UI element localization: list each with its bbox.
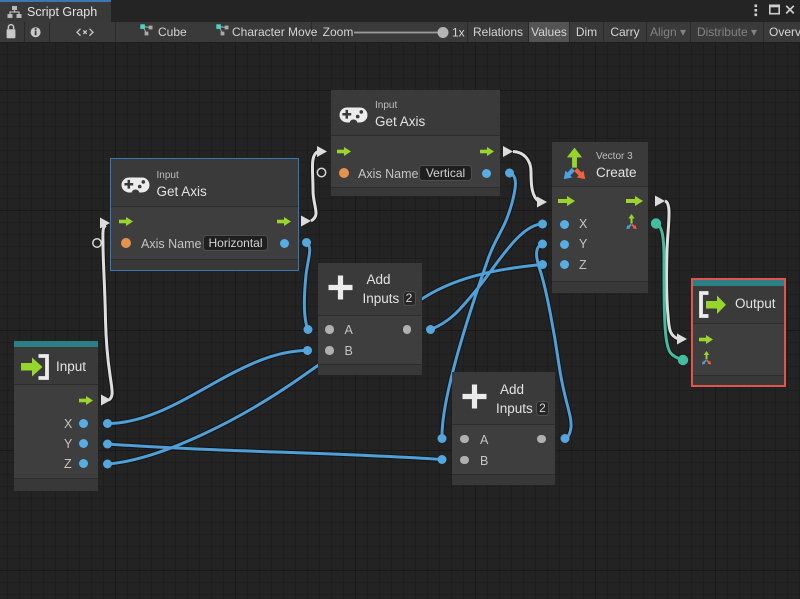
svg-text:1x: 1x xyxy=(452,26,465,40)
